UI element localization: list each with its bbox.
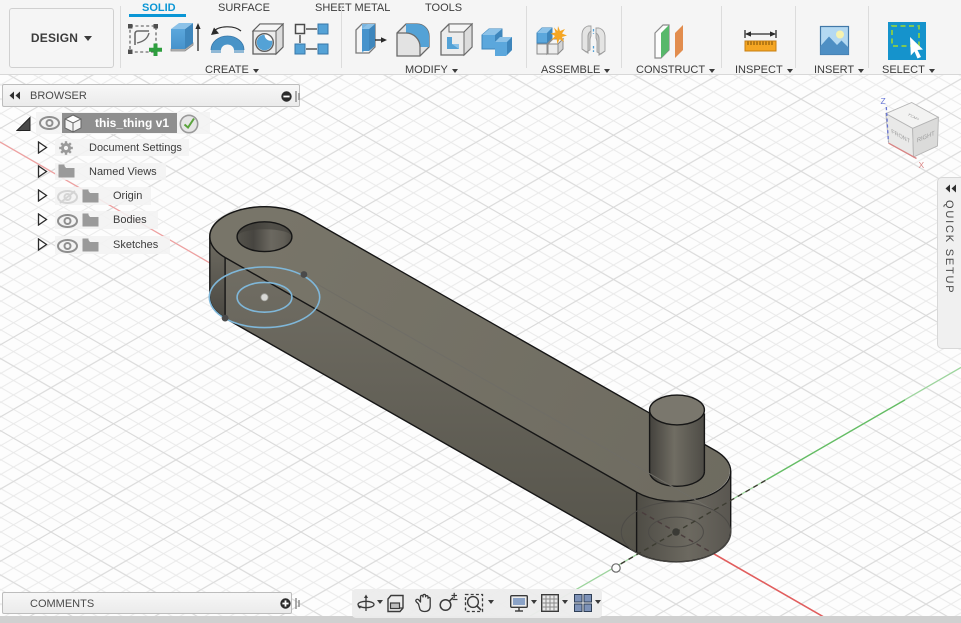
svg-text:Z: Z	[881, 96, 886, 106]
svg-text:X: X	[919, 160, 925, 170]
